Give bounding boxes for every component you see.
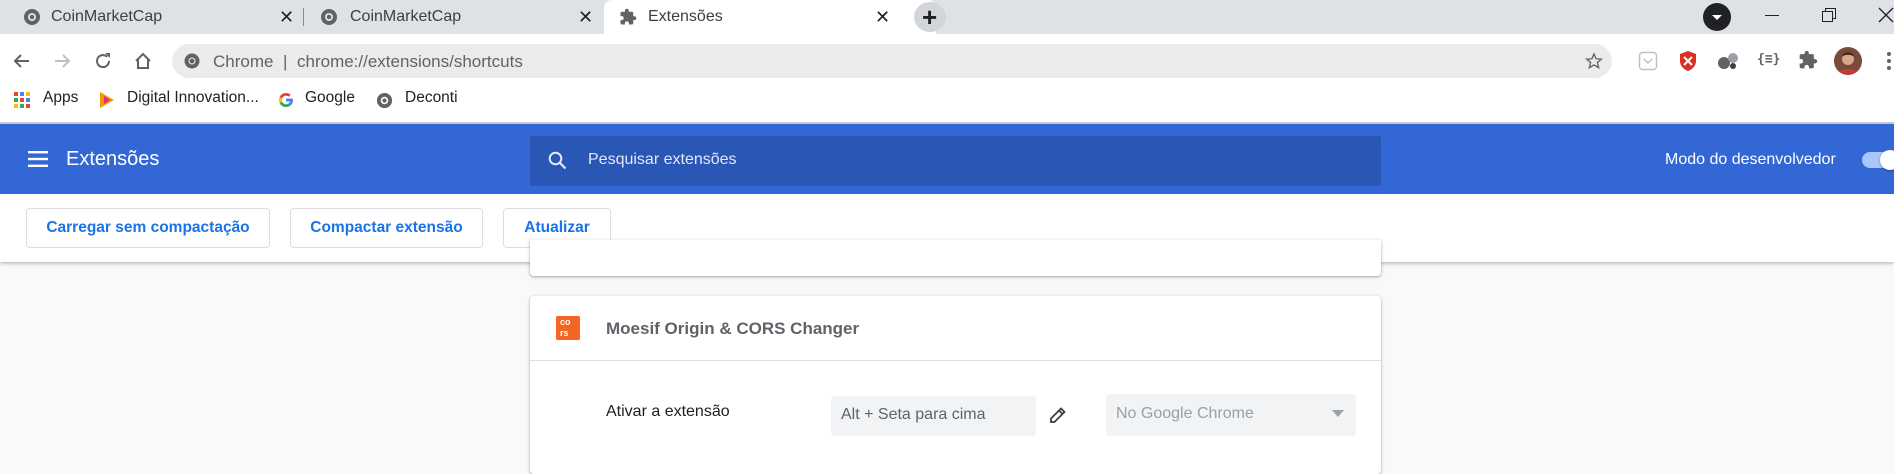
developer-mode-toggle[interactable] [1862, 150, 1894, 170]
google-icon [278, 92, 294, 108]
json-extension-icon[interactable]: {≡} [1757, 52, 1780, 67]
tab-title: CoinMarketCap [51, 8, 163, 25]
puzzle-icon [619, 8, 637, 26]
bookmark-google[interactable]: Google [305, 89, 355, 111]
tab-coinmarketcap-2[interactable]: CoinMarketCap ✕ [304, 0, 602, 34]
shortcut-value: Alt + Seta para cima [841, 406, 986, 423]
scheme-label: Chrome [213, 52, 274, 71]
address-bar[interactable]: Chrome | chrome://extensions/shortcuts [172, 44, 1612, 78]
logo-text-top: co [560, 317, 571, 327]
hamburger-menu-icon[interactable] [28, 151, 48, 167]
tab-title: CoinMarketCap [350, 8, 462, 25]
bookmark-deconti[interactable]: Deconti [405, 89, 458, 111]
tab-extensions[interactable]: Extensões ✕ [604, 0, 936, 34]
minimize-icon[interactable] [1765, 15, 1779, 16]
pack-extension-button[interactable]: Compactar extensão [290, 208, 483, 248]
pocket-extension-icon[interactable] [1638, 51, 1658, 71]
plus-icon: + [922, 2, 938, 32]
globe-icon [376, 92, 393, 109]
load-unpacked-button[interactable]: Carregar sem compactação [26, 208, 270, 248]
profile-avatar[interactable] [1834, 47, 1862, 75]
close-window-icon[interactable] [1878, 7, 1894, 23]
page-title: Extensões [66, 148, 160, 170]
shield-extension-icon[interactable] [1678, 50, 1698, 72]
scope-value: No Google Chrome [1116, 405, 1254, 422]
star-icon[interactable] [1585, 52, 1603, 70]
edit-pencil-icon[interactable] [1048, 405, 1068, 425]
toggle-knob [1880, 150, 1894, 170]
close-tab-icon[interactable]: ✕ [875, 8, 890, 26]
close-tab-icon[interactable]: ✕ [279, 8, 294, 26]
new-tab-button[interactable]: + [914, 2, 946, 32]
home-icon[interactable] [133, 51, 153, 71]
tab-search-button[interactable] [1703, 3, 1731, 31]
logo-text-bottom: rs [560, 328, 569, 338]
reload-icon[interactable] [93, 51, 113, 71]
moesif-logo: co rs [556, 316, 580, 340]
url-text[interactable]: chrome://extensions/shortcuts [297, 52, 523, 72]
tab-strip: CoinMarketCap ✕ CoinMarketCap ✕ Extensõe… [0, 0, 1894, 34]
dio-icon [98, 91, 116, 109]
search-icon [548, 151, 567, 170]
apps-grid-icon [14, 92, 30, 108]
card-divider [530, 360, 1381, 361]
close-tab-icon[interactable]: ✕ [578, 8, 593, 26]
globe-icon [23, 8, 41, 26]
developer-mode-label: Modo do desenvolvedor [1665, 151, 1836, 168]
chrome-logo-icon [184, 53, 200, 69]
shortcut-label: Ativar a extensão [606, 403, 730, 420]
back-icon[interactable] [12, 51, 32, 71]
dots-extension-icon[interactable] [1717, 51, 1739, 71]
previous-extension-card [530, 240, 1381, 276]
search-placeholder: Pesquisar extensões [588, 151, 737, 168]
extensions-puzzle-icon[interactable] [1798, 50, 1818, 70]
restore-icon[interactable] [1822, 8, 1836, 22]
bookmark-apps[interactable]: Apps [43, 89, 78, 111]
scheme-separator: | [283, 52, 288, 71]
tab-title: Extensões [648, 8, 723, 25]
bookmark-digital-innovation[interactable]: Digital Innovation... [127, 89, 259, 111]
forward-icon[interactable] [52, 51, 72, 71]
globe-icon [320, 8, 338, 26]
chevron-down-icon [1332, 410, 1344, 418]
extension-name: Moesif Origin & CORS Changer [606, 319, 860, 338]
tab-coinmarketcap-1[interactable]: CoinMarketCap ✕ [0, 0, 300, 34]
menu-dots-icon[interactable] [1886, 51, 1892, 71]
